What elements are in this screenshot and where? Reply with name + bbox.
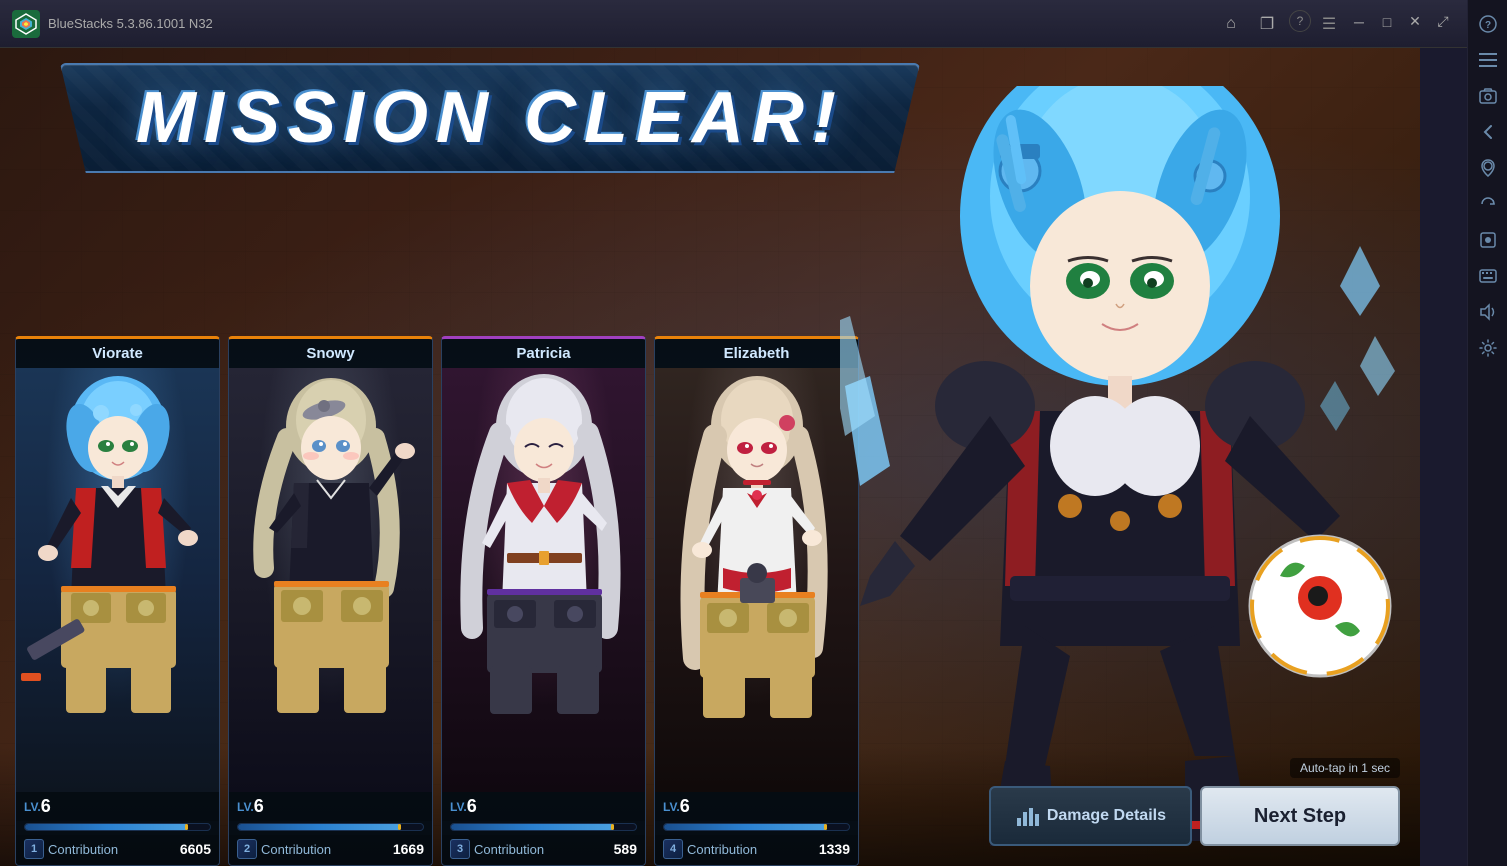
maximize-button[interactable]: □ — [1375, 10, 1399, 34]
char-card-snowy[interactable]: Snowy — [228, 336, 433, 866]
tool-location[interactable] — [1472, 152, 1504, 184]
contribution-row-2: 2 Contribution 1669 — [229, 835, 432, 865]
contrib-label-3: Contribution — [474, 842, 610, 857]
tool-rotate[interactable] — [1472, 188, 1504, 220]
big-character-display — [840, 86, 1420, 866]
title-icons: ⌂ ❐ — [1217, 10, 1281, 38]
lv-num-4: 6 — [680, 796, 690, 817]
contrib-value-3: 589 — [614, 841, 637, 857]
lv-label-3: LV. — [450, 800, 467, 814]
char-art-patricia — [442, 368, 645, 792]
close-button[interactable]: ✕ — [1403, 10, 1427, 34]
tool-menu[interactable] — [1472, 44, 1504, 76]
char-name-viorate: Viorate — [16, 339, 219, 368]
char-card-viorate[interactable]: Viorate — [15, 336, 220, 866]
bottom-buttons-area: Auto-tap in 1 sec Damage Details — [989, 758, 1400, 846]
xp-bar-2 — [229, 821, 432, 835]
rank-badge-3: 3 — [450, 839, 470, 859]
char-card-patricia[interactable]: Patricia — [441, 336, 646, 866]
char-name-patricia: Patricia — [442, 339, 645, 368]
game-content: MISSION CLEAR! Viorate — [0, 48, 1420, 866]
mission-clear-title: MISSION CLEAR! — [136, 77, 844, 159]
patricia-svg — [442, 368, 645, 748]
tool-settings[interactable] — [1472, 332, 1504, 364]
action-buttons-row: Damage Details Next Step — [989, 786, 1400, 846]
xp-bar-4 — [655, 821, 858, 835]
lv-label-1: LV. — [24, 800, 41, 814]
lv-label-2: LV. — [237, 800, 254, 814]
char-art-elizabeth — [655, 368, 858, 792]
contribution-row-1: 1 Contribution 6605 — [16, 835, 219, 865]
bluestacks-sidebar: ? — [1467, 0, 1507, 866]
char-name-snowy: Snowy — [229, 339, 432, 368]
main-layout: BlueStacks 5.3.86.1001 N32 ⌂ ❐ ? ☰ ─ □ ✕… — [0, 0, 1507, 866]
rank-badge-2: 2 — [237, 839, 257, 859]
char-art-viorate — [16, 368, 219, 792]
minimize-button[interactable]: ─ — [1347, 10, 1371, 34]
bluestacks-logo — [12, 10, 40, 38]
damage-details-icon — [1015, 804, 1039, 828]
mission-clear-banner: MISSION CLEAR! — [60, 63, 920, 173]
damage-details-label: Damage Details — [1047, 807, 1166, 825]
char-art-snowy — [229, 368, 432, 792]
home-button[interactable]: ⌂ — [1217, 10, 1245, 38]
snowy-svg — [229, 368, 432, 748]
cards-area: Viorate — [15, 266, 885, 866]
tool-help[interactable]: ? — [1472, 8, 1504, 40]
xp-fill-4 — [664, 824, 827, 830]
char-name-elizabeth: Elizabeth — [655, 339, 858, 368]
lv-label-4: LV. — [663, 800, 680, 814]
xp-bar-1 — [16, 821, 219, 835]
fullscreen-button[interactable]: ⤢ — [1431, 10, 1455, 34]
rank-badge-4: 4 — [663, 839, 683, 859]
lv-num-2: 6 — [254, 796, 264, 817]
contribution-row-4: 4 Contribution 1339 — [655, 835, 858, 865]
help-button[interactable]: ? — [1289, 10, 1311, 32]
xp-fill-3 — [451, 824, 614, 830]
game-area: MISSION CLEAR! Viorate — [0, 48, 1420, 866]
tool-keyboard[interactable] — [1472, 260, 1504, 292]
contrib-label-1: Contribution — [48, 842, 176, 857]
elizabeth-svg — [655, 368, 858, 748]
contrib-label-4: Contribution — [687, 842, 815, 857]
titlebar: BlueStacks 5.3.86.1001 N32 ⌂ ❐ ? ☰ ─ □ ✕… — [0, 0, 1467, 48]
contrib-value-1: 6605 — [180, 841, 211, 857]
xp-fill-1 — [25, 824, 188, 830]
tool-macro[interactable] — [1472, 224, 1504, 256]
lv-num-3: 6 — [467, 796, 477, 817]
tool-volume[interactable] — [1472, 296, 1504, 328]
rank-badge-1: 1 — [24, 839, 44, 859]
menu-button[interactable]: ☰ — [1315, 10, 1343, 38]
app-title: BlueStacks 5.3.86.1001 N32 — [48, 16, 1217, 31]
copy-button[interactable]: ❐ — [1253, 10, 1281, 38]
contrib-value-2: 1669 — [393, 841, 424, 857]
contribution-row-3: 3 Contribution 589 — [442, 835, 645, 865]
autotap-label: Auto-tap in 1 sec — [1290, 758, 1400, 778]
lv-num-1: 6 — [41, 796, 51, 817]
game-wrapper: BlueStacks 5.3.86.1001 N32 ⌂ ❐ ? ☰ ─ □ ✕… — [0, 0, 1467, 866]
xp-fill-2 — [238, 824, 401, 830]
svg-text:?: ? — [1484, 20, 1490, 31]
big-char-svg — [840, 86, 1420, 866]
char-card-elizabeth[interactable]: Elizabeth — [654, 336, 859, 866]
tool-back[interactable] — [1472, 116, 1504, 148]
next-step-button[interactable]: Next Step — [1200, 786, 1400, 846]
next-step-label: Next Step — [1254, 805, 1346, 827]
viorate-svg — [16, 368, 219, 748]
window-controls: ? ☰ ─ □ ✕ ⤢ — [1289, 10, 1455, 38]
damage-details-button[interactable]: Damage Details — [989, 786, 1192, 846]
contrib-label-2: Contribution — [261, 842, 389, 857]
xp-bar-3 — [442, 821, 645, 835]
tool-screenshot[interactable] — [1472, 80, 1504, 112]
